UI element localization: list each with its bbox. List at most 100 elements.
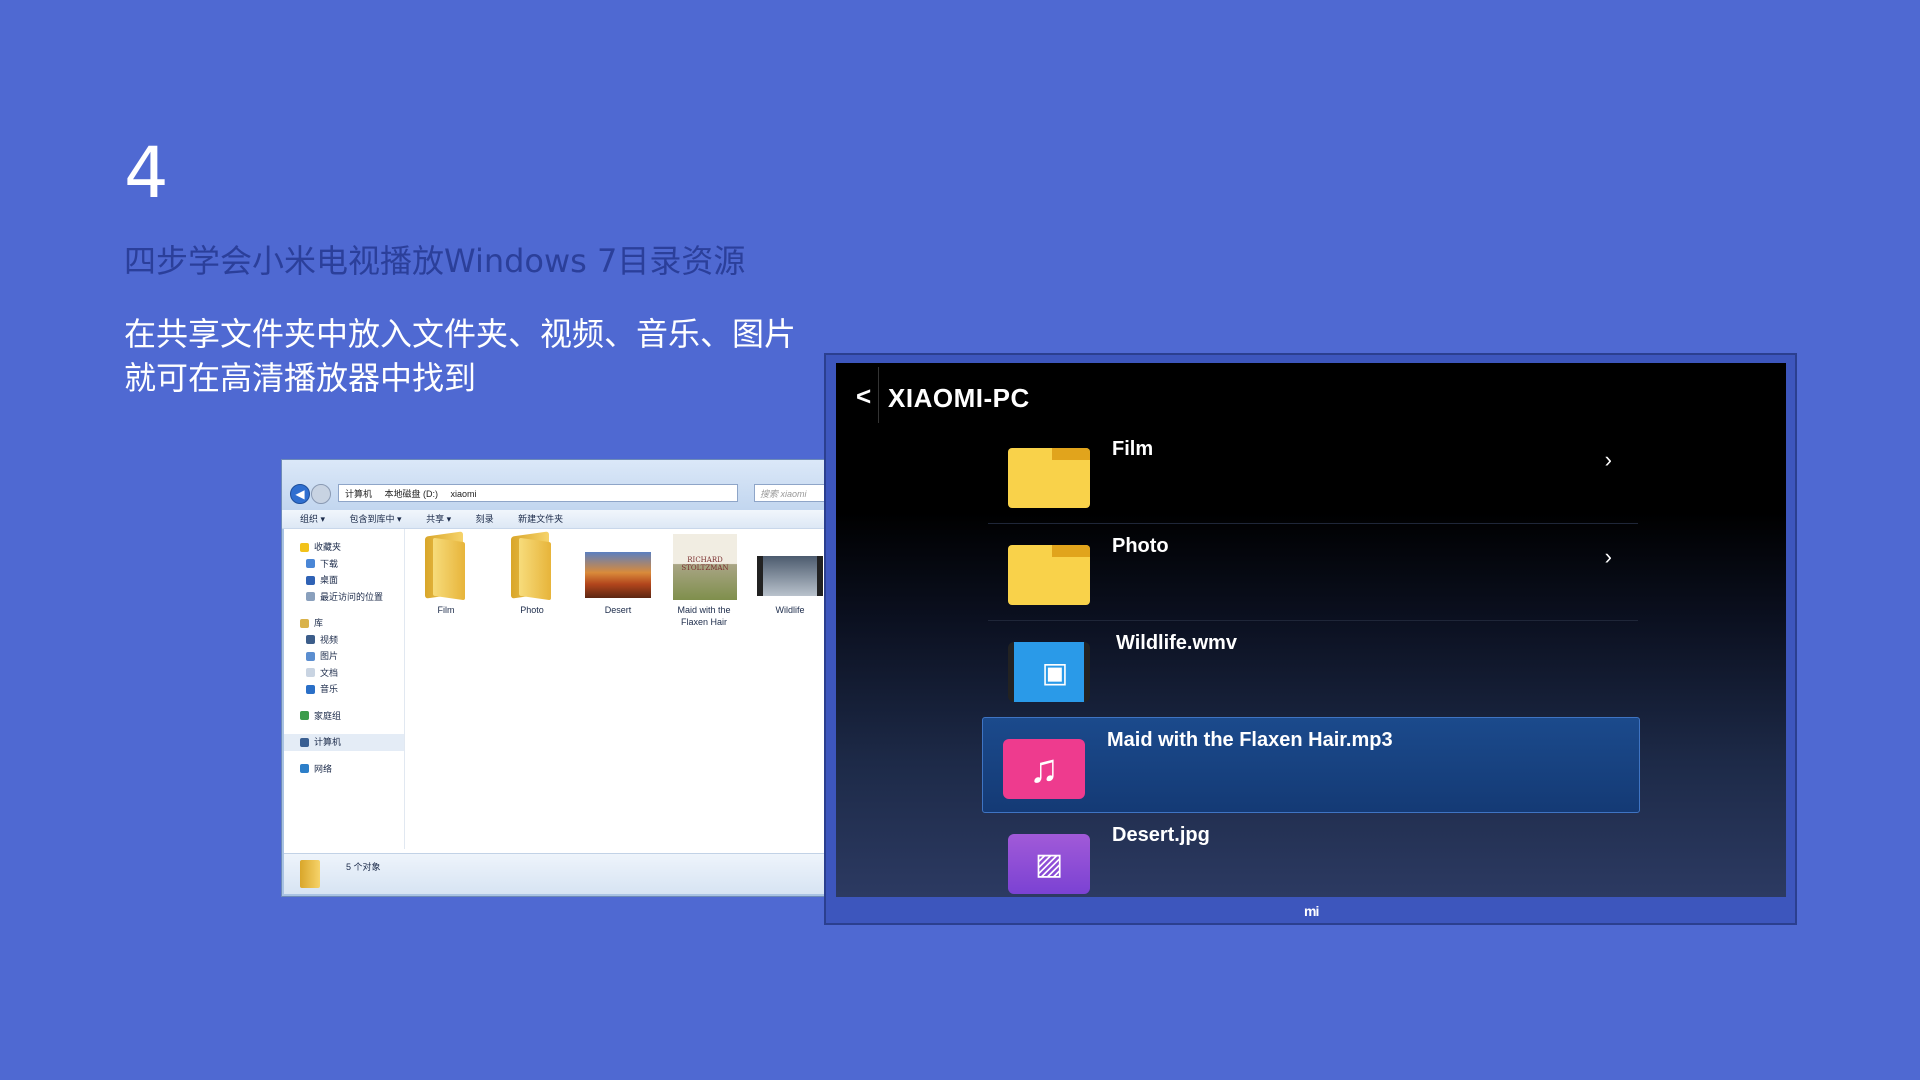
sidebar-label: 计算机 — [314, 737, 342, 747]
explorer-titlebar: ◀ 计算机 本地磁盘 (D:) xiaomi 搜索 xiaomi — [282, 460, 828, 510]
video-thumbnail-icon — [755, 532, 825, 600]
sidebar-item-pictures[interactable]: 图片 — [284, 648, 404, 665]
navigation-pane: 收藏夹 下载 桌面 最近访问的位置 库 视频 图片 文档 音乐 家庭组 计算机 … — [284, 529, 405, 849]
forward-arrow-icon[interactable] — [311, 484, 331, 504]
file-name: Wildlife — [775, 605, 805, 615]
sidebar-item-computer[interactable]: 计算机 — [284, 734, 404, 751]
chevron-right-icon: › — [1604, 544, 1612, 569]
file-name: Desert — [604, 605, 632, 615]
breadcrumb-item[interactable]: 本地磁盘 (D:) — [385, 489, 439, 499]
music-note-icon: ♫ — [1003, 739, 1085, 799]
list-item-desert[interactable]: ▨ Desert.jpg — [988, 813, 1638, 897]
folder-icon — [1008, 545, 1090, 605]
breadcrumb-item[interactable]: 计算机 — [345, 489, 372, 499]
item-label: Maid with the Flaxen Hair.mp3 — [1107, 729, 1393, 751]
folder-icon — [1008, 448, 1090, 508]
toolbar-new-folder[interactable]: 新建文件夹 — [518, 514, 563, 524]
toolbar-burn[interactable]: 刻录 — [476, 514, 494, 524]
sidebar-label: 视频 — [320, 634, 339, 645]
image-icon: ▨ — [1008, 834, 1090, 894]
toolbar-share[interactable]: 共享 ▾ — [426, 514, 451, 524]
documents-library-icon — [306, 668, 315, 678]
list-item-photo[interactable]: Photo › — [988, 524, 1638, 619]
folder-icon — [411, 531, 481, 601]
status-bar: 5 个对象 — [284, 853, 828, 894]
explorer-toolbar: 组织 ▾ 包含到库中 ▾ 共享 ▾ 刻录 新建文件夹 — [282, 510, 828, 529]
file-item-maid[interactable]: RICHARD STOLTZMAN Maid with the Flaxen H… — [666, 532, 742, 628]
video-library-icon — [306, 635, 315, 645]
sidebar-label: 网络 — [314, 763, 333, 774]
list-item-maid-selected[interactable]: ♫ Maid with the Flaxen Hair.mp3 — [982, 717, 1640, 813]
file-item-photo[interactable]: Photo — [494, 531, 570, 616]
breadcrumb-item[interactable]: xiaomi — [451, 489, 477, 499]
music-library-icon — [306, 684, 315, 694]
back-arrow-icon[interactable]: ◀ — [290, 484, 310, 504]
slide-subtitle: 四步学会小米电视播放Windows 7目录资源 — [124, 242, 746, 280]
file-name: Maid with the Flaxen Hair — [677, 605, 731, 627]
windows-explorer-window: ◀ 计算机 本地磁盘 (D:) xiaomi 搜索 xiaomi 组织 ▾ 包含… — [281, 459, 829, 897]
file-item-wildlife[interactable]: Wildlife — [752, 532, 828, 616]
description-line-1: 在共享文件夹中放入文件夹、视频、音乐、图片 — [124, 315, 797, 353]
sidebar-label: 最近访问的位置 — [320, 591, 384, 602]
chevron-right-icon: › — [1604, 447, 1612, 472]
description-line-2: 就可在高清播放器中找到 — [124, 359, 477, 397]
list-item-wildlife[interactable]: ▣ Wildlife.wmv — [988, 621, 1638, 716]
sidebar-item-homegroup[interactable]: 家庭组 — [284, 708, 404, 725]
recent-places-icon — [306, 592, 315, 602]
file-name: Film — [437, 605, 455, 615]
step-number: 4 — [124, 132, 169, 214]
sidebar-label: 家庭组 — [314, 710, 342, 721]
desktop-icon — [306, 575, 315, 585]
file-item-desert[interactable]: Desert — [580, 532, 656, 616]
sidebar-item-network[interactable]: 网络 — [284, 761, 404, 778]
sidebar-label: 音乐 — [320, 684, 339, 694]
folder-icon — [497, 531, 567, 601]
search-input[interactable]: 搜索 xiaomi — [754, 484, 826, 502]
status-text: 5 个对象 — [346, 862, 381, 872]
sidebar-label: 收藏夹 — [314, 542, 342, 552]
homegroup-icon — [300, 711, 309, 721]
network-icon — [300, 764, 309, 774]
video-icon: ▣ — [1008, 642, 1090, 702]
back-chevron-icon[interactable]: < — [856, 383, 871, 409]
item-label: Film — [1112, 438, 1154, 460]
mi-logo: mi — [1304, 903, 1319, 919]
sidebar-item-desktop[interactable]: 桌面 — [284, 572, 404, 589]
file-item-film[interactable]: Film — [408, 531, 484, 616]
toolbar-organize[interactable]: 组织 ▾ — [300, 514, 325, 524]
sidebar-label: 库 — [314, 618, 324, 628]
album-cover-icon: RICHARD STOLTZMAN — [669, 532, 739, 600]
library-icon — [300, 618, 309, 628]
star-icon — [300, 542, 309, 552]
pictures-library-icon — [306, 651, 315, 661]
header-divider — [878, 367, 879, 423]
sidebar-item-recent[interactable]: 最近访问的位置 — [284, 589, 404, 606]
file-list: Film Photo Desert RICHARD STOLTZMAN Maid… — [408, 531, 828, 652]
image-thumbnail-icon — [583, 532, 653, 600]
xiaomi-tv-frame: < XIAOMI-PC Film › Photo › ▣ Wildlife.wm… — [824, 353, 1797, 925]
tv-screen: < XIAOMI-PC Film › Photo › ▣ Wildlife.wm… — [836, 363, 1786, 897]
tv-header: < XIAOMI-PC — [836, 363, 1786, 427]
sidebar-label: 下载 — [320, 558, 339, 569]
file-name: Photo — [520, 605, 544, 615]
sidebar-item-videos[interactable]: 视频 — [284, 632, 404, 649]
sidebar-label: 桌面 — [320, 575, 339, 585]
sidebar-label: 图片 — [320, 651, 339, 661]
item-label: Photo — [1112, 535, 1169, 557]
sidebar-label: 文档 — [320, 667, 339, 678]
toolbar-include-library[interactable]: 包含到库中 ▾ — [350, 514, 402, 524]
sidebar-item-downloads[interactable]: 下载 — [284, 556, 404, 573]
sidebar-item-library[interactable]: 库 — [284, 615, 404, 632]
list-item-film[interactable]: Film › — [988, 427, 1638, 522]
folder-icon — [300, 860, 320, 888]
sidebar-item-favorites[interactable]: 收藏夹 — [284, 539, 404, 556]
item-label: Desert.jpg — [1112, 824, 1210, 846]
address-bar[interactable]: 计算机 本地磁盘 (D:) xiaomi — [338, 484, 738, 502]
album-cover-text: RICHARD STOLTZMAN — [673, 534, 737, 600]
sidebar-item-music[interactable]: 音乐 — [284, 681, 404, 698]
download-icon — [306, 559, 315, 569]
sidebar-item-documents[interactable]: 文档 — [284, 665, 404, 682]
slide-description: 在共享文件夹中放入文件夹、视频、音乐、图片 就可在高清播放器中找到 — [124, 312, 796, 400]
tv-title: XIAOMI-PC — [888, 383, 1030, 413]
computer-icon — [300, 737, 309, 747]
